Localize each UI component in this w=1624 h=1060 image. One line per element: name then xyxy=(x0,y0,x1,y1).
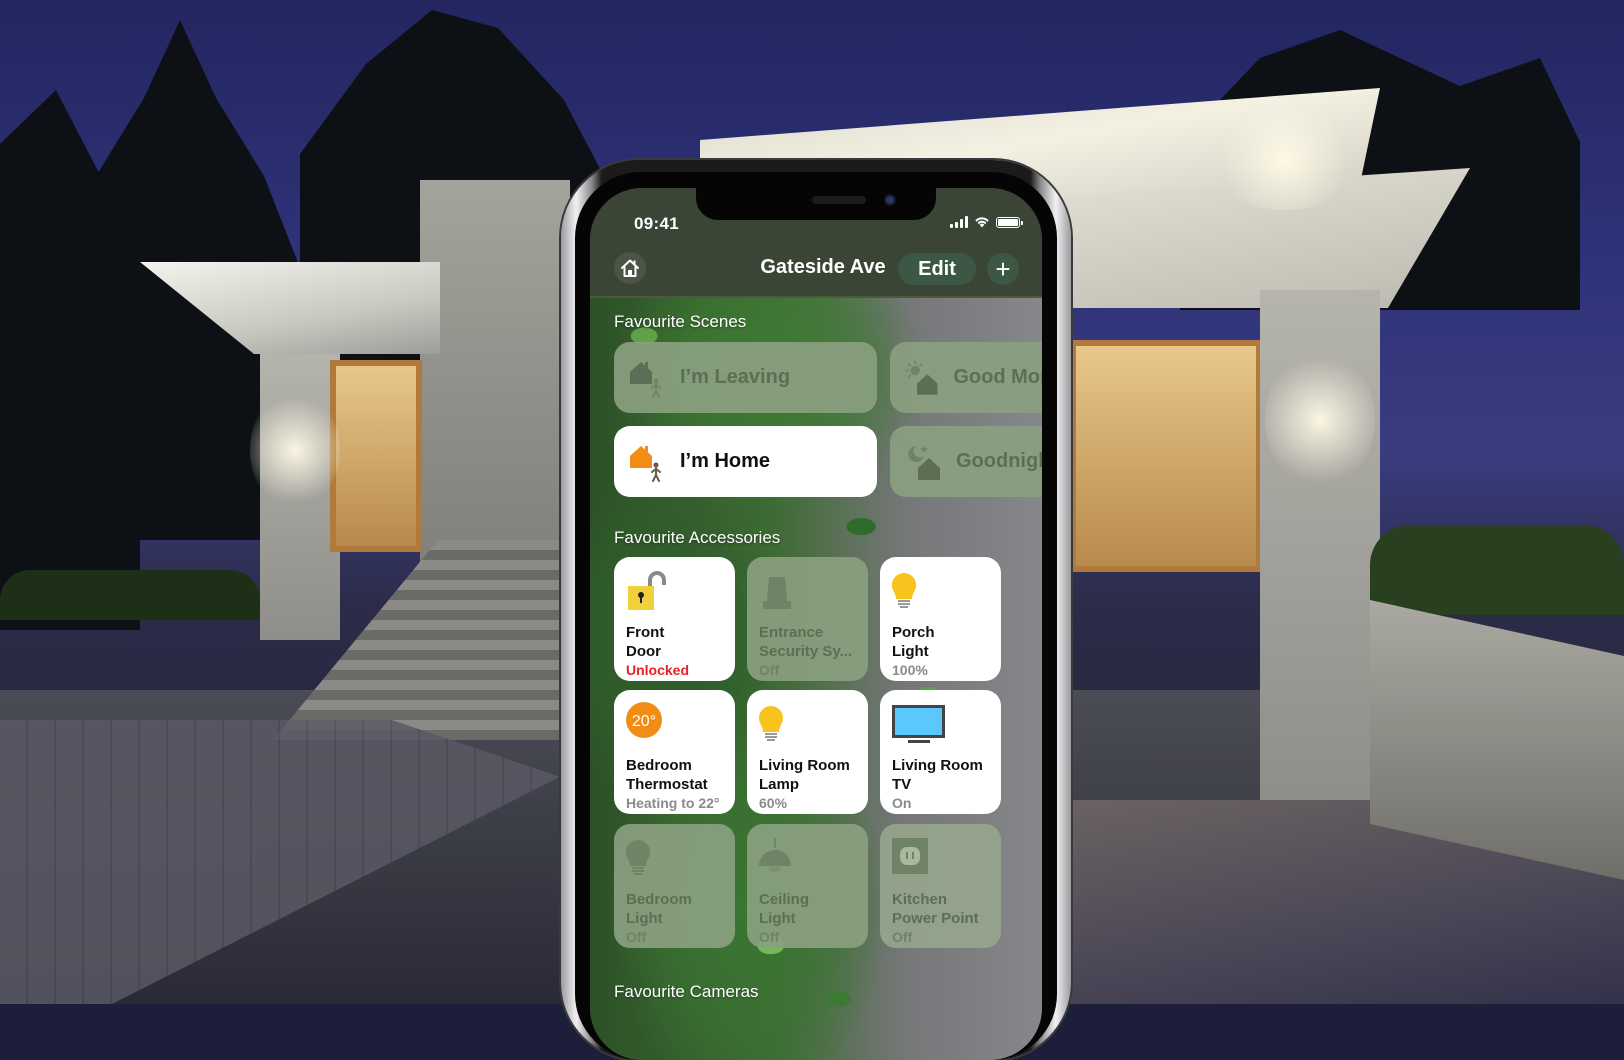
wall-light-glow xyxy=(1265,350,1375,490)
power-outlet-icon xyxy=(892,838,928,874)
security-alarm-icon xyxy=(763,577,791,609)
scene-label: I’m Leaving xyxy=(680,366,791,388)
leaving-home-icon xyxy=(630,361,661,398)
accessory-tile-bedroom-light[interactable]: Bedroom Light Off xyxy=(614,824,735,948)
scene-label: Good Morning xyxy=(953,366,1042,388)
arrive-home-icon xyxy=(630,445,661,482)
accessory-name: Ceiling Light xyxy=(759,891,810,927)
edit-button[interactable]: Edit xyxy=(898,253,976,285)
front-camera xyxy=(884,194,896,206)
accessory-tile-living-room-lamp[interactable]: Living Room Lamp 60% xyxy=(747,690,868,814)
accessory-name: Kitchen Power Point xyxy=(892,891,979,927)
accessory-status: 100% xyxy=(892,662,928,678)
accessory-status: Unlocked xyxy=(626,662,690,678)
house-chimney xyxy=(420,180,570,580)
home-app-screen: 09:41 Gateside Ave Edit + Favourite Scen… xyxy=(590,188,1042,1060)
lightbulb-icon xyxy=(626,840,650,875)
section-title-cameras: Favourite Cameras xyxy=(614,982,759,1001)
hedge xyxy=(0,570,260,620)
accessory-tile-kitchen-power-point[interactable]: Kitchen Power Point Off xyxy=(880,824,1001,948)
wifi-icon xyxy=(975,217,989,228)
status-icons xyxy=(950,216,1023,228)
phone-frame: 09:41 Gateside Ave Edit + Favourite Scen… xyxy=(561,160,1071,1060)
thermostat-icon: 20° xyxy=(626,702,662,738)
svg-text:20°: 20° xyxy=(632,713,656,730)
house-window xyxy=(330,360,422,552)
earpiece-speaker xyxy=(812,196,866,204)
accessory-name: Porch Light xyxy=(892,624,935,660)
scene-label: I’m Home xyxy=(680,450,771,472)
accessory-tile-front-door[interactable]: Front Door Unlocked xyxy=(614,557,735,681)
wall-light-glow xyxy=(250,390,340,510)
accessory-status: 60% xyxy=(759,795,788,811)
accessory-status: Off xyxy=(759,929,780,945)
accessory-tile-porch-light[interactable]: Porch Light 100% xyxy=(880,557,1001,681)
scene-tile-goodnight[interactable]: Goodnight xyxy=(890,426,1042,497)
section-title-scenes: Favourite Scenes xyxy=(614,312,747,331)
accessory-name: Entrance Security Sy... xyxy=(759,624,853,660)
house-window xyxy=(1070,340,1262,572)
scene-label: Goodnight xyxy=(956,450,1042,472)
unlocked-padlock-icon xyxy=(628,571,666,610)
lightbulb-icon xyxy=(759,706,783,741)
accessory-status: On xyxy=(892,795,912,811)
accessory-name: Living Room Lamp xyxy=(759,757,850,793)
accessory-status: Off xyxy=(892,929,913,945)
scene-tile-home[interactable]: I’m Home xyxy=(614,426,877,497)
hedge xyxy=(1370,525,1624,615)
ceiling-lamp-icon xyxy=(759,838,791,872)
good-morning-icon xyxy=(905,360,938,395)
status-time: 09:41 xyxy=(634,214,679,233)
battery-icon xyxy=(996,216,1023,228)
accessory-name: Living Room TV xyxy=(892,757,983,793)
scene-tile-good-morning[interactable]: Good Morning xyxy=(890,342,1042,413)
section-title-accessories: Favourite Accessories xyxy=(614,528,781,547)
accessory-name: Front Door xyxy=(626,624,665,660)
scene-tile-leaving[interactable]: I’m Leaving xyxy=(614,342,877,413)
accessory-name: Bedroom Light xyxy=(626,891,692,927)
lightbulb-icon xyxy=(892,573,916,608)
accessory-name: Bedroom Thermostat xyxy=(626,757,708,793)
cellular-signal-icon xyxy=(950,216,968,228)
roof-light-glow xyxy=(1210,110,1360,210)
accessory-status: Off xyxy=(626,929,647,945)
phone-notch xyxy=(696,188,936,220)
accessory-tile-ceiling-light[interactable]: Ceiling Light Off xyxy=(747,824,868,948)
accessory-status: Heating to 22° xyxy=(626,795,720,811)
accessory-status: Off xyxy=(759,662,780,678)
add-button[interactable]: + xyxy=(987,253,1019,285)
accessory-tile-living-room-tv[interactable]: Living Room TV On xyxy=(880,690,1001,814)
television-icon xyxy=(892,705,945,743)
accessory-tile-bedroom-thermostat[interactable]: 20° Bedroom Thermostat Heating to 22° xyxy=(614,690,735,814)
accessory-tile-entrance-security[interactable]: Entrance Security Sy... Off xyxy=(747,557,868,681)
goodnight-icon xyxy=(908,444,940,480)
